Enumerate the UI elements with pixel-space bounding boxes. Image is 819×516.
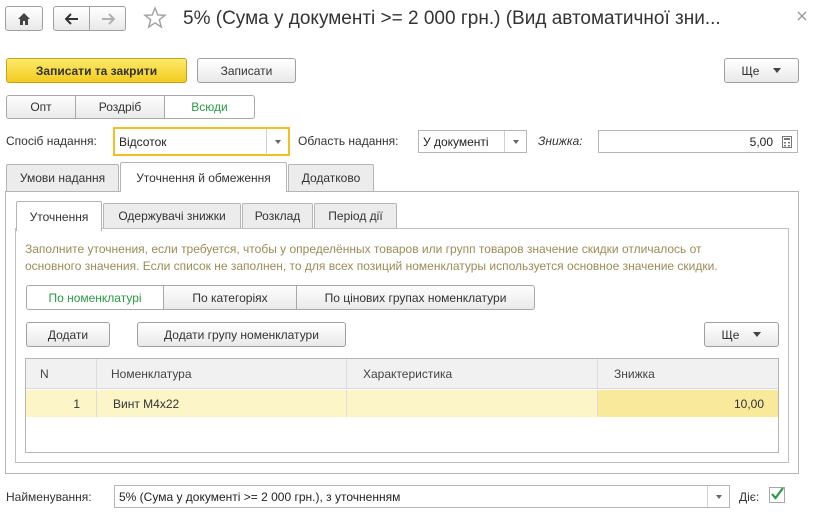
discount-label: Знижка: xyxy=(538,134,583,148)
tab-additional[interactable]: Додатково xyxy=(288,164,374,191)
tab-refinements[interactable]: Уточнення й обмеження xyxy=(120,162,287,192)
method-field[interactable]: Відсоток xyxy=(113,127,290,156)
tab-schedule[interactable]: Розклад xyxy=(242,203,313,228)
segment-retail[interactable]: Роздріб xyxy=(75,95,165,119)
filter-by-nomenclature[interactable]: По номенклатурі xyxy=(26,285,164,310)
checkmark-icon xyxy=(771,487,784,500)
method-label: Спосіб надання: xyxy=(6,134,97,148)
refinements-table[interactable]: N Номенклатура Характеристика Знижка 1 В… xyxy=(25,358,779,453)
tab-period[interactable]: Період дії xyxy=(314,203,397,228)
more-label: Ще xyxy=(741,63,760,78)
name-label: Найменування: xyxy=(6,490,92,504)
discount-value: 5,00 xyxy=(749,134,773,149)
row-n: 1 xyxy=(26,390,97,417)
active-label: Діє: xyxy=(739,490,760,504)
segment-wholesale[interactable]: Опт xyxy=(6,95,76,119)
discount-field[interactable]: 5,00 xyxy=(598,130,798,153)
row-nomenclature: Винт М4х22 xyxy=(97,390,347,417)
home-icon xyxy=(18,12,30,25)
arrow-left-icon xyxy=(64,12,78,25)
filter-by-categories[interactable]: По категоріях xyxy=(163,285,297,310)
add-group-button[interactable]: Додати групу номенклатури xyxy=(137,322,346,347)
arrow-right-icon xyxy=(101,12,115,25)
add-button[interactable]: Додати xyxy=(26,322,110,347)
dropdown-icon[interactable] xyxy=(504,131,526,152)
row-characteristic xyxy=(347,390,598,417)
window-title: 5% (Сума у документі >= 2 000 грн.) (Вид… xyxy=(183,8,721,29)
dropdown-icon[interactable] xyxy=(266,129,288,154)
column-characteristic[interactable]: Характеристика xyxy=(347,359,598,388)
area-value: У документі xyxy=(423,134,489,149)
forward-button[interactable] xyxy=(89,6,126,31)
name-field[interactable]: 5% (Сума у документі >= 2 000 грн.), з у… xyxy=(114,485,730,508)
home-button[interactable] xyxy=(5,6,43,31)
more-menu-button[interactable]: Ще xyxy=(724,58,799,83)
table-row[interactable]: 1 Винт М4х22 10,00 xyxy=(26,390,778,417)
table-more-button[interactable]: Ще xyxy=(704,322,779,347)
hint-line-1: Заполните уточнения, если требуется, что… xyxy=(25,242,702,256)
favorite-star-icon[interactable] xyxy=(143,6,167,30)
close-icon[interactable] xyxy=(794,8,810,24)
area-field[interactable]: У документі xyxy=(418,130,527,153)
table-more-label: Ще xyxy=(721,327,740,342)
column-discount[interactable]: Знижка xyxy=(598,359,778,388)
tab-discount-recipients[interactable]: Одержувачі знижки xyxy=(103,203,241,228)
filter-by-price-groups[interactable]: По цінових групах номенклатури xyxy=(296,285,535,310)
column-n[interactable]: N xyxy=(26,359,97,388)
calculator-icon[interactable] xyxy=(777,131,797,152)
hint-line-2: основного значения. Если список не запол… xyxy=(25,259,718,273)
dropdown-icon[interactable] xyxy=(707,486,729,507)
row-discount: 10,00 xyxy=(598,390,778,417)
area-label: Область надання: xyxy=(298,134,399,148)
chevron-down-icon xyxy=(753,332,762,337)
chevron-down-icon xyxy=(773,68,782,73)
save-button[interactable]: Записати xyxy=(197,58,296,83)
table-header: N Номенклатура Характеристика Знижка xyxy=(26,359,778,389)
active-checkbox[interactable] xyxy=(769,487,785,503)
tab-clarifications[interactable]: Уточнення xyxy=(16,201,102,231)
column-nomenclature[interactable]: Номенклатура xyxy=(97,359,347,388)
save-and-close-button[interactable]: Записати та закрити xyxy=(6,58,187,83)
segment-everywhere[interactable]: Всюди xyxy=(164,95,255,119)
method-value: Відсоток xyxy=(119,134,167,149)
back-button[interactable] xyxy=(53,6,90,31)
tab-conditions[interactable]: Умови надання xyxy=(6,164,119,191)
name-value: 5% (Сума у документі >= 2 000 грн.), з у… xyxy=(119,489,401,504)
